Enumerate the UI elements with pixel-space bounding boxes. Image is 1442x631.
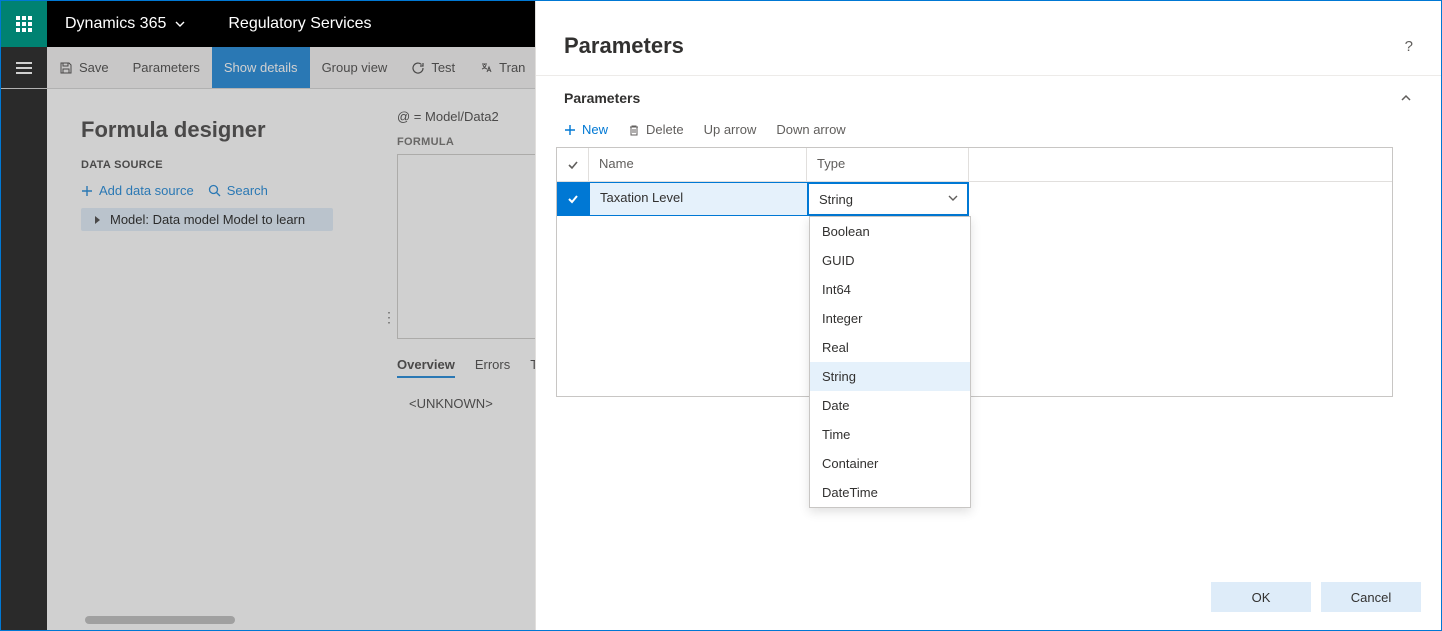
panel-header: Parameters ? (536, 1, 1441, 75)
parameters-panel: Parameters ? Parameters New Delete Up ar… (535, 1, 1441, 630)
app-launcher-button[interactable] (1, 1, 47, 47)
model-tree-node[interactable]: Model: Data model Model to learn (81, 208, 333, 231)
left-rail (1, 89, 47, 630)
up-label: Up arrow (704, 122, 757, 137)
ok-button[interactable]: OK (1211, 582, 1311, 612)
down-label: Down arrow (776, 122, 845, 137)
chevron-down-icon (947, 192, 959, 207)
refresh-icon (411, 61, 425, 75)
waffle-icon (16, 16, 32, 32)
plus-icon (564, 124, 576, 136)
type-option[interactable]: Boolean (810, 217, 970, 246)
select-all-checkbox[interactable] (557, 148, 589, 181)
tab-overview[interactable]: Overview (397, 357, 455, 378)
translate-button[interactable]: Tran (467, 47, 537, 88)
test-button[interactable]: Test (399, 47, 467, 88)
type-option[interactable]: Time (810, 420, 970, 449)
model-node-label: Model: Data model Model to learn (110, 212, 305, 227)
chevron-up-icon (1399, 91, 1413, 105)
section-label: Parameters (564, 90, 640, 106)
parameters-button[interactable]: Parameters (121, 47, 212, 88)
chevron-down-icon (174, 18, 186, 30)
search-label: Search (227, 183, 268, 198)
help-icon[interactable]: ? (1405, 38, 1413, 55)
hamburger-icon (16, 62, 32, 74)
show-details-label: Show details (224, 60, 298, 75)
resize-handle-icon[interactable]: ⋮ (382, 309, 396, 326)
check-icon (566, 192, 580, 206)
check-icon (566, 158, 580, 172)
panel-section-header[interactable]: Parameters (536, 75, 1441, 122)
search-button[interactable]: Search (208, 183, 268, 198)
row-select-checkbox[interactable] (557, 182, 589, 216)
type-dropdown-list[interactable]: BooleanGUIDInt64IntegerRealStringDateTim… (809, 216, 971, 508)
table-row: Taxation Level String (557, 182, 1392, 216)
module-title[interactable]: Regulatory Services (204, 1, 395, 47)
column-header-type[interactable]: Type (807, 148, 969, 181)
add-ds-label: Add data source (99, 183, 194, 198)
name-cell[interactable]: Taxation Level (589, 182, 807, 216)
name-value: Taxation Level (600, 190, 683, 205)
test-label: Test (431, 60, 455, 75)
type-option[interactable]: Integer (810, 304, 970, 333)
new-button[interactable]: New (564, 122, 608, 137)
brand-menu[interactable]: Dynamics 365 (47, 1, 204, 47)
type-option[interactable]: Container (810, 449, 970, 478)
save-button[interactable]: Save (47, 47, 121, 88)
caret-right-icon (95, 216, 100, 224)
nav-toggle-button[interactable] (1, 47, 47, 88)
trash-icon (628, 124, 640, 136)
translate-label: Tran (499, 60, 525, 75)
grid-header-row: Name Type (557, 148, 1392, 182)
new-label: New (582, 122, 608, 137)
type-option[interactable]: Date (810, 391, 970, 420)
up-arrow-button[interactable]: Up arrow (704, 122, 757, 137)
column-header-name[interactable]: Name (589, 148, 807, 181)
type-option[interactable]: Int64 (810, 275, 970, 304)
type-value: String (819, 192, 853, 207)
down-arrow-button[interactable]: Down arrow (776, 122, 845, 137)
delete-button[interactable]: Delete (628, 122, 684, 137)
type-option[interactable]: DateTime (810, 478, 970, 507)
parameters-label: Parameters (133, 60, 200, 75)
panel-title: Parameters (564, 33, 684, 59)
tab-errors[interactable]: Errors (475, 357, 510, 378)
group-view-button[interactable]: Group view (310, 47, 400, 88)
type-option[interactable]: Real (810, 333, 970, 362)
delete-label: Delete (646, 122, 684, 137)
type-option[interactable]: String (810, 362, 970, 391)
type-option[interactable]: GUID (810, 246, 970, 275)
type-dropdown[interactable]: String (807, 182, 969, 216)
search-icon (208, 184, 221, 197)
show-details-button[interactable]: Show details (212, 47, 310, 88)
grid-toolbar: New Delete Up arrow Down arrow (536, 122, 1441, 147)
cancel-button[interactable]: Cancel (1321, 582, 1421, 612)
save-label: Save (79, 60, 109, 75)
save-icon (59, 61, 73, 75)
panel-footer: OK Cancel (1211, 582, 1421, 612)
horizontal-scrollbar[interactable] (85, 616, 235, 624)
group-view-label: Group view (322, 60, 388, 75)
brand-label: Dynamics 365 (65, 15, 166, 33)
plus-icon (81, 185, 93, 197)
add-data-source-button[interactable]: Add data source (81, 183, 194, 198)
parameters-grid: Name Type Taxation Level String BooleanG… (556, 147, 1393, 397)
translate-icon (479, 61, 493, 75)
